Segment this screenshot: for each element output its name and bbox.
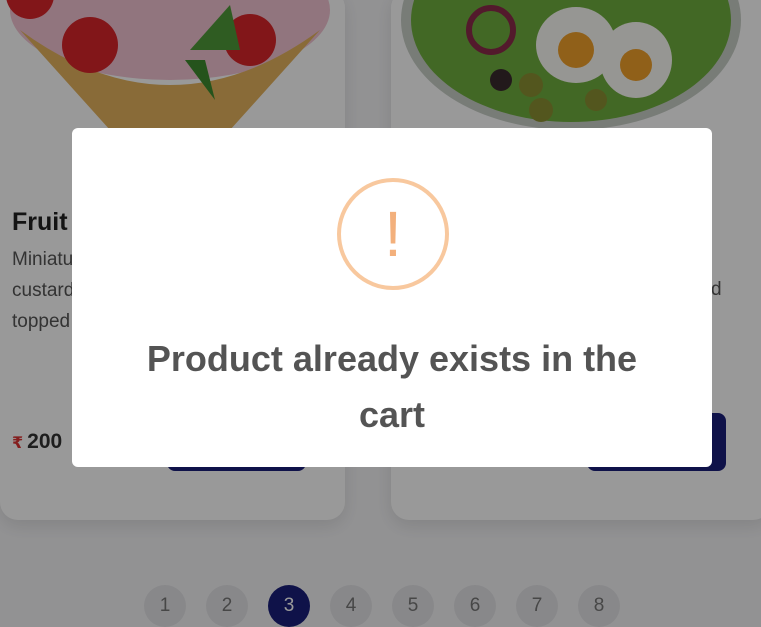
exclamation-icon: ! — [337, 178, 449, 290]
product-list-page: Fruit Miniatu custard topped ₹200 d 1 2 — [0, 0, 761, 627]
alert-message: Product already exists in the cart — [146, 338, 638, 435]
alert-dialog: ! Product already exists in the cart — [72, 128, 712, 467]
